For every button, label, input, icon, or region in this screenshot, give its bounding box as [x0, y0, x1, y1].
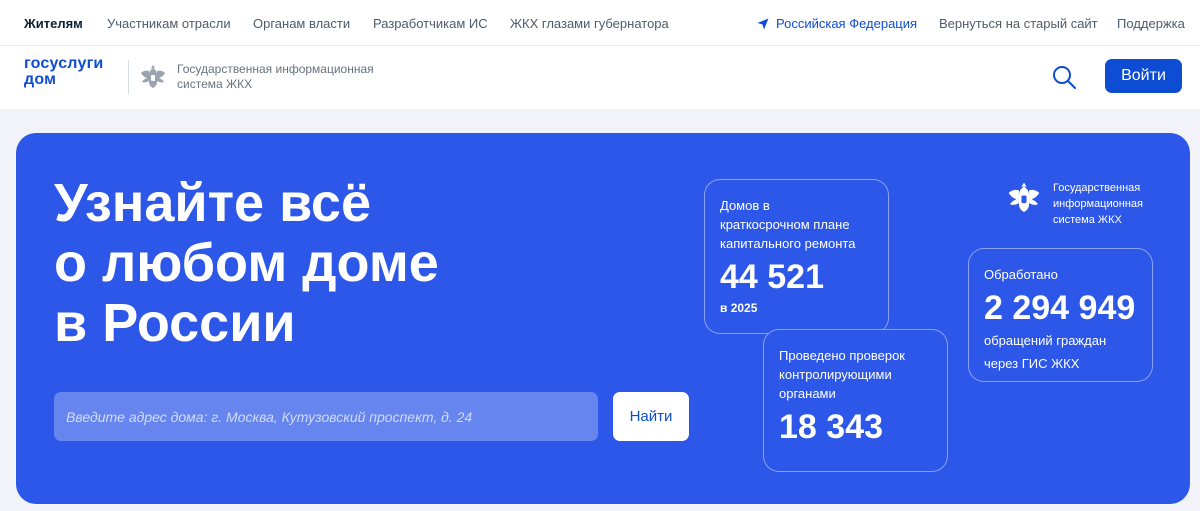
stat-card-processed: Обработано 2 294 949 обращений граждан ч… [968, 248, 1153, 382]
hero-gis-line-1: Государственная [1053, 182, 1141, 194]
hero-gis-title: Государственная информационная система Ж… [1053, 180, 1143, 228]
stat-houses-year: в 2025 [720, 301, 758, 315]
nav-link-industry[interactable]: Участникам отрасли [107, 16, 231, 31]
support-link[interactable]: Поддержка [1117, 16, 1185, 31]
stat-houses-caption-3: капитального ремонта [720, 236, 856, 251]
nav-link-governor[interactable]: ЖКХ глазами губернатора [510, 16, 669, 31]
address-search-field[interactable] [54, 392, 598, 441]
hero-gis-line-2: информационная [1053, 198, 1143, 210]
hero-banner: Узнайте всё о любом доме в России Найти … [16, 133, 1190, 504]
nav-link-developers[interactable]: Разработчикам ИС [373, 16, 488, 31]
header-divider [128, 60, 129, 94]
stat-processed-caption: Обработано [984, 267, 1058, 282]
coat-of-arms-icon [141, 65, 165, 88]
old-site-link[interactable]: Вернуться на старый сайт [939, 16, 1098, 31]
stat-card-houses: Домов в краткосрочном плане капитального… [704, 179, 889, 334]
nav-link-residents[interactable]: Жителям [24, 16, 83, 31]
gosuslugi-dom-logo[interactable]: госуслуги дом [24, 56, 103, 88]
stat-processed-sub-2: через ГИС ЖКХ [984, 356, 1080, 371]
stat-inspections-caption-2: контролирующими [779, 367, 892, 382]
gis-title-line-1: Государственная информационная [177, 62, 374, 76]
hero-title-line-2: о любом доме [54, 233, 439, 293]
logo-line-2: дом [24, 71, 57, 88]
region-selector[interactable]: Российская Федерация [757, 16, 917, 31]
stat-inspections-caption-3: органами [779, 386, 836, 401]
coat-of-arms-icon [1008, 182, 1040, 212]
logo-line-1: госуслуги [24, 55, 104, 72]
gis-title-line-2: система ЖКХ [177, 77, 253, 91]
site-header: госуслуги дом Государственная информацио… [0, 46, 1200, 109]
nav-link-authorities[interactable]: Органам власти [253, 16, 350, 31]
hero-title-line-1: Узнайте всё [54, 173, 371, 233]
login-button[interactable]: Войти [1105, 59, 1182, 93]
gis-title: Государственная информационная система Ж… [177, 62, 374, 92]
stat-houses-caption-2: краткосрочном плане [720, 217, 850, 232]
hero-title-line-3: в России [54, 293, 296, 353]
stat-processed-sub-1: обращений граждан [984, 333, 1107, 348]
stat-processed-value: 2 294 949 [984, 289, 1136, 327]
search-icon[interactable] [1050, 63, 1078, 91]
location-arrow-icon [757, 18, 769, 29]
stat-houses-caption-1: Домов в [720, 198, 770, 213]
region-label: Российская Федерация [776, 16, 918, 31]
hero-title: Узнайте всё о любом доме в России [54, 173, 439, 353]
top-navigation: Жителям Участникам отрасли Органам власт… [0, 0, 1200, 46]
stat-card-inspections: Проведено проверок контролирующими орган… [763, 329, 948, 472]
stat-inspections-value: 18 343 [779, 408, 883, 446]
address-search-input[interactable] [54, 392, 598, 441]
find-button[interactable]: Найти [613, 392, 689, 441]
stat-houses-value: 44 521 [720, 258, 824, 296]
stat-inspections-caption-1: Проведено проверок [779, 348, 905, 363]
hero-gis-line-3: система ЖКХ [1053, 214, 1122, 226]
